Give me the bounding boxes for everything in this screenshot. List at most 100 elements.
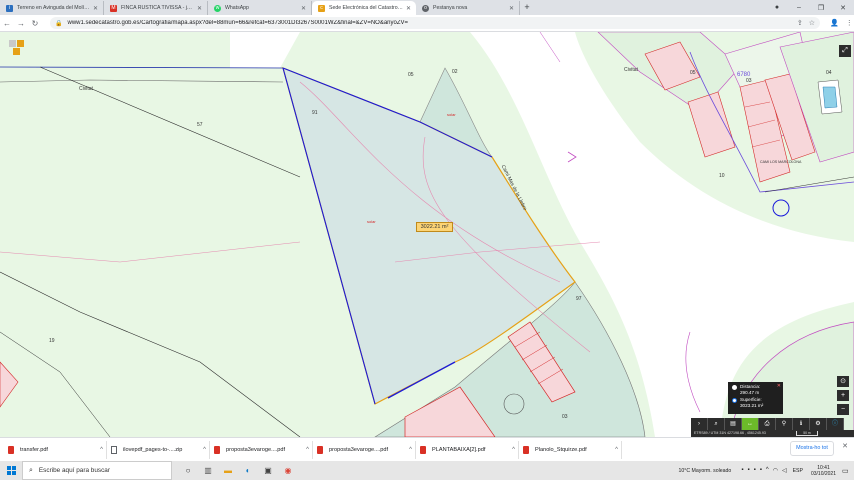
- tab-whatsapp[interactable]: w WhatsApp ✕: [208, 1, 312, 15]
- file-explorer-icon[interactable]: ▬: [222, 465, 234, 477]
- measure-panel: ✕ Distancia: 290.47 m Superficie: 3023.2…: [728, 382, 783, 414]
- reload-icon[interactable]: ↻: [28, 19, 42, 28]
- download-item[interactable]: Planolo_Stquirze.pdf ^: [519, 440, 622, 459]
- tab-terreno[interactable]: i Terreno en Avinguda del Molí de... ✕: [0, 1, 104, 15]
- zoom-out-icon[interactable]: −: [837, 404, 849, 415]
- zoom-in-icon[interactable]: +: [837, 390, 849, 401]
- scale-bar: 50 m: [796, 431, 818, 436]
- chrome-icon[interactable]: ◉: [282, 465, 294, 477]
- catastro-icon: c: [318, 4, 325, 12]
- label-57: 57: [197, 122, 203, 128]
- window-controls: ● – ❐ ✕: [766, 0, 854, 15]
- wifi-icon[interactable]: ◠: [773, 467, 778, 474]
- distance-row: Distancia: 290.47 m: [732, 384, 780, 396]
- taskbar-search-placeholder: Escribe aquí para buscar: [38, 467, 110, 474]
- close-window-icon[interactable]: ✕: [832, 4, 854, 12]
- chevron-up-icon[interactable]: ^: [306, 447, 309, 453]
- label-97: 97: [576, 296, 582, 302]
- downloads-bar: transfer.pdf ^ ilovepdf_pages-to-....zip ^…: [0, 437, 854, 461]
- close-tab-icon[interactable]: ✕: [301, 5, 306, 12]
- gmail-icon: M: [110, 4, 117, 12]
- search-icon[interactable]: ⌕: [708, 418, 725, 430]
- download-item[interactable]: transfer.pdf ^: [4, 440, 107, 459]
- widgets-icon[interactable]: ▥: [202, 465, 214, 477]
- print-icon[interactable]: ⎙: [759, 418, 776, 430]
- maximize-icon[interactable]: ❐: [810, 4, 832, 12]
- chevron-up-icon[interactable]: ^: [203, 447, 206, 453]
- chevron-right-icon[interactable]: ›: [691, 418, 708, 430]
- edge-icon[interactable]: ◐: [242, 465, 254, 477]
- windows-logo-icon: [6, 466, 16, 475]
- pdf-file-icon: [420, 445, 426, 454]
- fullscreen-icon[interactable]: ⤢: [839, 45, 851, 57]
- chevron-up-icon[interactable]: ^: [615, 447, 618, 453]
- tray-app-icon[interactable]: ▪: [760, 467, 762, 474]
- clock[interactable]: 10:41 03/10/2021: [811, 465, 836, 477]
- tray-app-icon[interactable]: ▪: [741, 467, 743, 474]
- taskbar-search[interactable]: ⌕ Escribe aquí para buscar: [22, 461, 172, 480]
- route-icon[interactable]: ⚲: [776, 418, 793, 430]
- download-item[interactable]: ilovepdf_pages-to-....zip ^: [107, 440, 210, 459]
- profile-icon[interactable]: 👤: [830, 19, 839, 27]
- tab-catastro[interactable]: c Sede Electrónica del Catastro - T... ✕: [312, 1, 416, 15]
- download-item[interactable]: proposta3evaroge....pdf ^: [210, 440, 313, 459]
- task-view-icon[interactable]: ○: [182, 465, 194, 477]
- label-solar: solar: [447, 112, 456, 117]
- label-03b: 03: [746, 78, 752, 84]
- back-icon[interactable]: ←: [0, 19, 14, 28]
- streetview-icon[interactable]: ℹ: [793, 418, 810, 430]
- start-button[interactable]: [0, 461, 22, 480]
- forward-icon[interactable]: →: [14, 19, 28, 28]
- close-tab-icon[interactable]: ✕: [197, 5, 202, 12]
- distance-radio[interactable]: [732, 385, 737, 390]
- info-icon[interactable]: ⓘ: [827, 418, 844, 430]
- tab-gmail[interactable]: M FINCA RÚSTICA TIVISSA - joanp... ✕: [104, 1, 208, 15]
- distance-value: 290.47 m: [740, 390, 760, 395]
- chevron-up-icon[interactable]: ^: [766, 467, 769, 474]
- label-cami: CAMI LOS MARCOLONA: [760, 160, 802, 164]
- notifications-icon[interactable]: ▭: [842, 467, 852, 475]
- cadastre-map[interactable]: Civitat 57 19 91 02 solar 05 solar 97 03…: [0, 32, 854, 437]
- volume-icon[interactable]: ◁: [782, 467, 787, 474]
- new-tab-button[interactable]: +: [520, 1, 534, 15]
- zip-file-icon: [111, 445, 117, 454]
- chevron-up-icon[interactable]: ^: [409, 447, 412, 453]
- chevron-up-icon[interactable]: ^: [512, 447, 515, 453]
- area-measurement-badge: 3022.21 m²: [416, 222, 453, 232]
- url-text[interactable]: www1.sedecatastro.gob.es/Cartografia/map…: [67, 20, 796, 26]
- label-civitat: Civitat: [79, 86, 93, 92]
- tray-app-icon[interactable]: ▪: [747, 467, 749, 474]
- surface-row: Superficie: 3023.21 m²: [732, 397, 780, 409]
- download-item[interactable]: PLANTABAIXA[2].pdf ^: [416, 440, 519, 459]
- minimize-icon[interactable]: –: [788, 4, 810, 11]
- label-19: 19: [49, 338, 55, 344]
- close-tab-icon[interactable]: ✕: [406, 5, 411, 12]
- record-icon[interactable]: ●: [766, 4, 788, 11]
- download-item[interactable]: proposta3evaroge....pdf ^: [313, 440, 416, 459]
- share-icon[interactable]: ⇪: [797, 19, 803, 27]
- language-indicator[interactable]: ESP: [793, 468, 803, 474]
- tray-app-icon[interactable]: ▪: [754, 467, 756, 474]
- label-05b: 05: [690, 70, 696, 76]
- close-tab-icon[interactable]: ✕: [93, 5, 98, 12]
- show-all-downloads-button[interactable]: Mostra-ho tot: [790, 441, 834, 456]
- chevron-up-icon[interactable]: ^: [100, 447, 103, 453]
- measure-icon[interactable]: ↔: [742, 418, 759, 430]
- download-name: ilovepdf_pages-to-....zip: [123, 446, 183, 453]
- tab-new[interactable]: o Pestanya nova ✕: [416, 1, 520, 15]
- weather-widget[interactable]: 10°C Mayorm. soleado: [678, 468, 731, 474]
- address-bar[interactable]: 🔒 www1.sedecatastro.gob.es/Cartografia/m…: [50, 17, 820, 29]
- close-downloads-icon[interactable]: ✕: [842, 442, 848, 450]
- tab-title: Terreno en Avinguda del Molí de...: [17, 5, 90, 11]
- close-tab-icon[interactable]: ✕: [509, 5, 514, 12]
- map-canvas[interactable]: [0, 32, 854, 437]
- close-measure-icon[interactable]: ✕: [777, 383, 781, 389]
- store-icon[interactable]: ▣: [262, 465, 274, 477]
- bookmark-star-icon[interactable]: ☆: [809, 19, 815, 27]
- locate-icon[interactable]: ⊙: [837, 376, 849, 387]
- tools-icon[interactable]: ⚙: [810, 418, 827, 430]
- surface-radio[interactable]: [732, 398, 737, 403]
- layers-icon[interactable]: ▤: [725, 418, 742, 430]
- lock-icon[interactable]: 🔒: [55, 20, 62, 27]
- menu-dots-icon[interactable]: ⋮: [846, 19, 853, 27]
